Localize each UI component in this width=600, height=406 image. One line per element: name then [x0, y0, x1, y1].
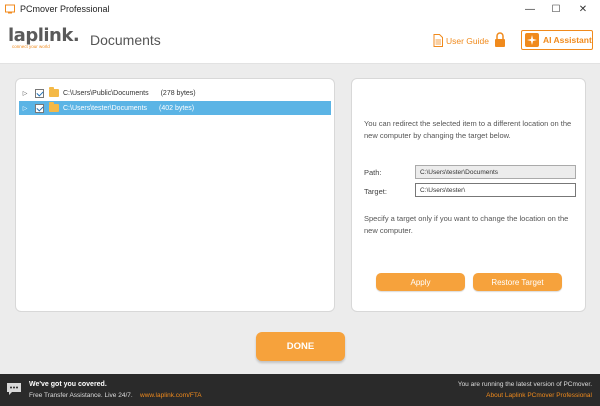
target-input[interactable]: C:\Users\tester\ [415, 183, 576, 197]
item-checkbox[interactable] [35, 103, 44, 113]
folder-tree-panel: ▷ C:\Users\Public\Documents (278 bytes) … [15, 78, 335, 312]
about-link[interactable]: About Laplink PCmover Professional [486, 392, 592, 399]
ai-assistant-button[interactable]: AI Assistant [521, 30, 593, 50]
app-header: laplink. connect your world Documents Us… [0, 18, 600, 64]
tree-item-tester-documents[interactable]: ▷ C:\Users\tester\Documents (402 bytes) [19, 101, 331, 115]
path-label: Path: [364, 168, 382, 177]
tree-item-path: C:\Users\Public\Documents [63, 89, 149, 97]
close-button[interactable]: ✕ [570, 0, 596, 18]
item-checkbox[interactable] [35, 88, 44, 98]
folder-icon [49, 87, 59, 97]
restore-target-button[interactable]: Restore Target [473, 273, 562, 291]
expand-arrow-icon[interactable]: ▷ [19, 90, 31, 97]
tree-item-size: (278 bytes) [160, 89, 196, 97]
footer-title: We've got you covered. [29, 381, 107, 388]
minimize-button[interactable]: — [517, 0, 543, 18]
target-hint: Specify a target only if you want to cha… [364, 214, 569, 235]
expand-arrow-icon[interactable]: ▷ [19, 105, 31, 112]
footer-subtitle: Free Transfer Assistance. Live 24/7. [29, 392, 133, 399]
version-status: You are running the latest version of PC… [457, 381, 592, 388]
redirect-details-panel: You can redirect the selected item to a … [351, 78, 586, 312]
redirect-description: You can redirect the selected item to a … [364, 119, 572, 140]
tree-item-public-documents[interactable]: ▷ C:\Users\Public\Documents (278 bytes) [19, 86, 331, 100]
folder-icon [49, 102, 59, 112]
tree-item-size: (402 bytes) [159, 104, 195, 112]
footer: We've got you covered. Free Transfer Ass… [0, 374, 600, 406]
target-label: Target: [364, 187, 387, 196]
ai-assistant-label: AI Assistant [543, 35, 592, 45]
app-icon [5, 4, 15, 14]
window-title: PCmover Professional [20, 4, 110, 14]
lock-icon[interactable] [494, 31, 506, 49]
chat-icon [6, 382, 22, 396]
user-guide-link[interactable]: User Guide [433, 32, 489, 50]
title-bar: PCmover Professional — ☐ ✕ [0, 0, 600, 18]
apply-button[interactable]: Apply [376, 273, 465, 291]
user-guide-label: User Guide [446, 36, 489, 46]
path-field: C:\Users\tester\Documents [415, 165, 576, 179]
fta-link[interactable]: www.laplink.com/FTA [140, 392, 202, 399]
sparkle-icon [525, 33, 539, 47]
tree-item-path: C:\Users\tester\Documents [63, 104, 148, 112]
page-title: Documents [90, 32, 161, 48]
laplink-logo: laplink. connect your world [8, 25, 80, 50]
document-icon [433, 33, 443, 49]
maximize-button[interactable]: ☐ [543, 0, 569, 18]
done-button[interactable]: DONE [256, 332, 345, 361]
